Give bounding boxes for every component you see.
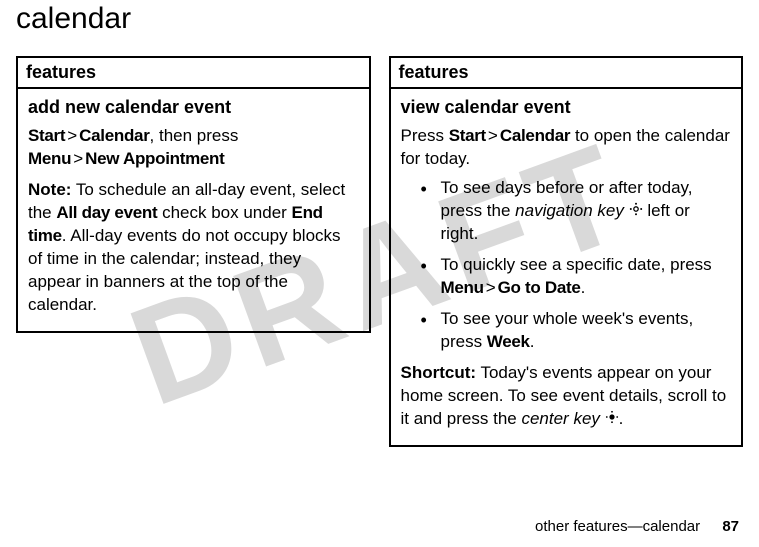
b2-menu: Menu xyxy=(441,278,484,297)
add-event-note: Note: To schedule an all-day event, sele… xyxy=(28,179,359,317)
footer-text: other features—calendar xyxy=(535,518,700,535)
sc-post: . xyxy=(619,409,624,428)
add-event-path: Start>Calendar, then press Menu>New Appo… xyxy=(28,125,359,171)
page-title: calendar xyxy=(16,0,759,36)
features-table-left: features add new calendar event Start>Ca… xyxy=(16,56,371,333)
b3-post: . xyxy=(530,332,535,351)
intro-pre: Press xyxy=(401,126,449,145)
sc-centerkey: center key xyxy=(521,409,599,428)
intro-calendar: Calendar xyxy=(500,126,570,145)
left-column: features add new calendar event Start>Ca… xyxy=(16,56,371,447)
note-allday: All day event xyxy=(56,203,157,222)
list-item: To see your whole week's events, press W… xyxy=(425,308,732,354)
center-key-icon xyxy=(605,408,619,431)
view-event-bullets: To see days before or after today, press… xyxy=(401,177,732,354)
note-label: Note: xyxy=(28,180,71,199)
note-text-3: . All-day events do not occupy blocks of… xyxy=(28,226,341,314)
content-columns: features add new calendar event Start>Ca… xyxy=(0,56,759,447)
list-item: To see days before or after today, press… xyxy=(425,177,732,246)
b3-pre: To see your whole week's events, press xyxy=(441,309,694,351)
b3-week: Week xyxy=(487,332,530,351)
b2-pre: To quickly see a specific date, press xyxy=(441,255,712,274)
intro-start: Start xyxy=(449,126,486,145)
gt-icon: > xyxy=(486,278,496,297)
shortcut-label: Shortcut: xyxy=(401,363,477,382)
b2-post: . xyxy=(581,278,586,297)
page-number: 87 xyxy=(722,518,739,535)
b1-navkey: navigation key xyxy=(515,201,624,220)
gt-icon: > xyxy=(73,149,83,168)
shortcut-block: Shortcut: Today's events appear on your … xyxy=(401,362,732,431)
path-start: Start xyxy=(28,126,65,145)
features-cell-right: view calendar event Press Start>Calendar… xyxy=(390,88,743,446)
gt-icon: > xyxy=(488,126,498,145)
list-item: To quickly see a specific date, press Me… xyxy=(425,254,732,300)
view-event-heading: view calendar event xyxy=(401,95,732,119)
view-event-intro: Press Start>Calendar to open the calenda… xyxy=(401,125,732,171)
right-column: features view calendar event Press Start… xyxy=(389,56,744,447)
path-then: , then press xyxy=(150,126,239,145)
path-newappt: New Appointment xyxy=(85,149,224,168)
page-footer: other features—calendar 87 xyxy=(535,518,739,535)
b2-gotodate: Go to Date xyxy=(498,278,581,297)
navigation-key-icon xyxy=(629,200,643,223)
features-table-right: features view calendar event Press Start… xyxy=(389,56,744,447)
features-header-left: features xyxy=(17,57,370,88)
path-calendar: Calendar xyxy=(79,126,149,145)
path-menu: Menu xyxy=(28,149,71,168)
features-cell-left: add new calendar event Start>Calendar, t… xyxy=(17,88,370,332)
gt-icon: > xyxy=(67,126,77,145)
add-event-heading: add new calendar event xyxy=(28,95,359,119)
features-header-right: features xyxy=(390,57,743,88)
note-text-2: check box under xyxy=(157,203,291,222)
